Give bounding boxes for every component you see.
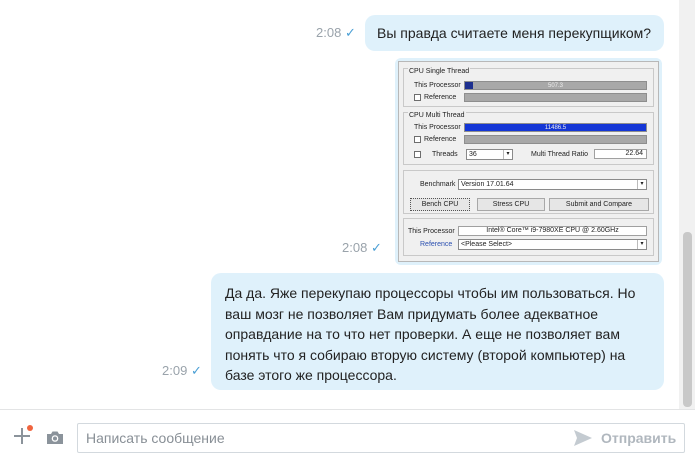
- chevron-down-icon: ▾: [637, 180, 646, 189]
- benchmark-screenshot: CPU Single Thread This Processor 507.3 R…: [398, 61, 659, 262]
- message-line: ваш мозг не позволяет Вам придумать боле…: [225, 305, 599, 322]
- score-bar: 11486.5: [464, 123, 647, 132]
- processor-name: Intel® Core™ i9-7980XE CPU @ 2.60GHz: [486, 227, 619, 234]
- reference-label: Reference: [420, 241, 453, 248]
- message-bubble[interactable]: Вы правда считаете меня перекупщиком?: [365, 15, 664, 51]
- message-time: 2:09: [162, 363, 188, 378]
- send-icon[interactable]: [573, 429, 593, 447]
- benchmark-version: Version 17.01.64: [461, 181, 514, 188]
- this-processor-label: This Processor: [408, 228, 455, 235]
- reference-label: Reference: [424, 136, 457, 143]
- message-text: Вы правда считаете меня перекупщиком?: [377, 25, 652, 41]
- message-bubble[interactable]: Да да. Яже перекупаю процессоры чтобы им…: [211, 273, 664, 390]
- reference-bar: [464, 135, 647, 144]
- message-line: понять что я собираю вторую систему (вто…: [225, 346, 626, 363]
- send-button[interactable]: Отправить: [601, 430, 676, 446]
- ratio-label: Multi Thread Ratio: [531, 151, 589, 158]
- submit-compare-button: Submit and Compare: [549, 198, 649, 211]
- group-title: CPU Single Thread: [408, 68, 471, 75]
- check-icon: ✓: [345, 25, 356, 40]
- score-value: 507.3: [547, 83, 563, 89]
- notification-dot: [27, 425, 33, 431]
- reference-checkbox: [414, 94, 421, 101]
- threads-value: 36: [469, 151, 477, 158]
- score-value: 11486.5: [544, 125, 567, 131]
- message-line: оправдание на то что нет проверки. А еще…: [225, 326, 620, 342]
- message-line: Да да. Яже перекупаю процессоры чтобы им…: [225, 285, 636, 301]
- ratio-box: 22.64: [594, 149, 647, 159]
- threads-select: 36 ▾: [466, 149, 513, 160]
- score-bar: 507.3: [464, 81, 647, 90]
- reference-checkbox: [414, 136, 421, 143]
- message-time: 2:08: [316, 25, 342, 40]
- stress-cpu-button: Stress CPU: [477, 198, 545, 211]
- check-icon: ✓: [191, 363, 202, 378]
- benchmark-label: Benchmark: [420, 181, 456, 188]
- this-processor-label: This Processor: [414, 124, 461, 131]
- threads-checkbox: [414, 151, 421, 158]
- scrollbar-thumb[interactable]: [683, 232, 692, 407]
- chevron-down-icon: ▾: [503, 150, 512, 159]
- cpu-multi-group: CPU Multi Thread This Processor 11486.5 …: [403, 112, 654, 165]
- benchmark-version-select: Version 17.01.64 ▾: [458, 179, 647, 190]
- this-processor-label: This Processor: [414, 82, 461, 89]
- bench-cpu-button: Bench CPU: [410, 198, 470, 211]
- message-time: 2:08: [342, 240, 368, 255]
- camera-icon[interactable]: [46, 430, 64, 445]
- processor-info-group: This Processor Intel® Core™ i9-7980XE CP…: [403, 218, 654, 256]
- message-line: базе этого же процессора.: [225, 367, 397, 383]
- chevron-down-icon: ▾: [637, 240, 646, 249]
- threads-label: Threads: [432, 151, 458, 158]
- processor-name-box: Intel® Core™ i9-7980XE CPU @ 2.60GHz: [458, 226, 647, 236]
- reference-value: <Please Select>: [461, 241, 512, 248]
- benchmark-group: Benchmark Version 17.01.64 ▾ Bench CPU S…: [403, 170, 654, 214]
- reference-bar: [464, 93, 647, 102]
- group-title: CPU Multi Thread: [408, 112, 466, 119]
- message-input-placeholder: Написать сообщение: [86, 430, 225, 446]
- reference-select: <Please Select> ▾: [458, 239, 647, 250]
- ratio-value: 22.64: [625, 150, 643, 157]
- check-icon: ✓: [371, 240, 382, 255]
- reference-label: Reference: [424, 94, 457, 101]
- cpu-single-group: CPU Single Thread This Processor 507.3 R…: [403, 68, 654, 107]
